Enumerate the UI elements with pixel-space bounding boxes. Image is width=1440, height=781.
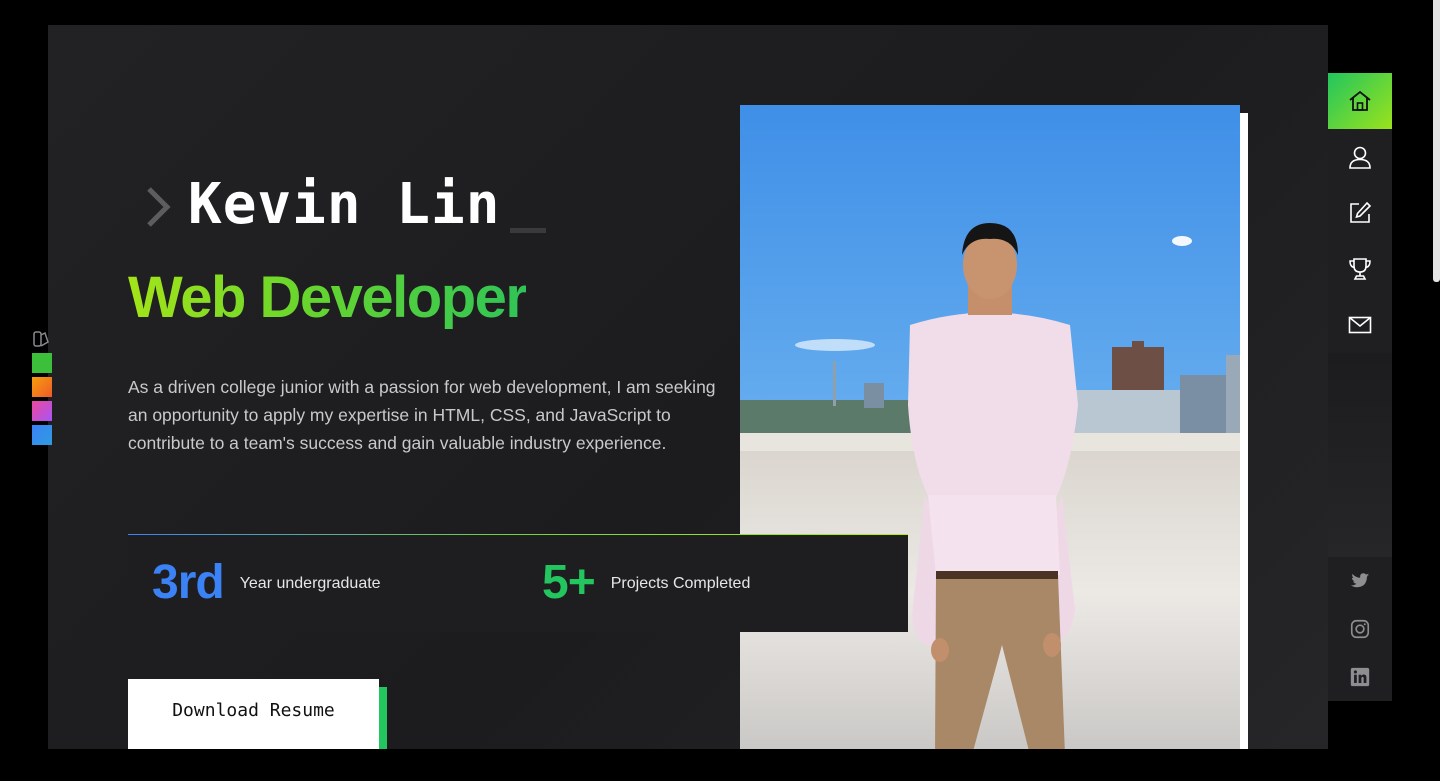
profile-photo-image [740,105,1240,749]
nav-achievements[interactable] [1328,241,1392,297]
nav-about[interactable] [1328,129,1392,185]
theme-swatch-orange[interactable] [32,377,52,397]
trophy-icon [1349,258,1371,280]
developer-name: Kevin Lin [188,172,501,237]
instagram-icon [1350,619,1370,639]
chevron-right-icon [147,187,171,227]
nav-spacer [1328,353,1392,557]
stats-bar: 3rd Year undergraduate 5+ Projects Compl… [128,534,908,632]
social-links [1328,557,1392,701]
stat-value: 3rd [152,556,225,609]
edit-icon [1350,201,1372,223]
theme-switcher [32,330,52,449]
linkedin-icon [1350,667,1370,687]
nav-home[interactable] [1328,73,1392,129]
name-heading: Kevin Lin [140,172,547,237]
resume-button-accent [379,687,387,749]
nav-resume[interactable] [1328,185,1392,241]
developer-role: Web Developer [128,265,528,330]
palette-icon[interactable] [32,330,50,348]
twitter-icon [1350,573,1370,588]
stat-label: Projects Completed [610,575,751,592]
user-icon [1349,146,1371,169]
stat-label: Year undergraduate [239,575,381,592]
scrollbar-thumb[interactable] [1433,0,1440,282]
typing-cursor [510,228,547,233]
social-twitter[interactable] [1328,557,1392,605]
stat-projects: 5+ Projects Completed [542,559,750,607]
hero-section: Kevin Lin Web Developer As a driven coll… [48,25,1328,749]
bio-text: As a driven college junior with a passio… [128,377,716,453]
theme-swatch-green[interactable] [32,353,52,373]
side-navigation [1328,73,1392,701]
stat-year: 3rd Year undergraduate [152,559,381,607]
nav-contact[interactable] [1328,297,1392,353]
stat-value: 5+ [542,556,596,609]
theme-swatch-blue[interactable] [32,425,52,445]
social-instagram[interactable] [1328,605,1392,653]
social-linkedin[interactable] [1328,653,1392,701]
download-resume-button[interactable]: Download Resume [128,679,379,749]
mail-icon [1348,316,1372,334]
home-icon [1349,90,1371,111]
profile-photo [740,105,1240,749]
theme-swatch-pink[interactable] [32,401,52,421]
